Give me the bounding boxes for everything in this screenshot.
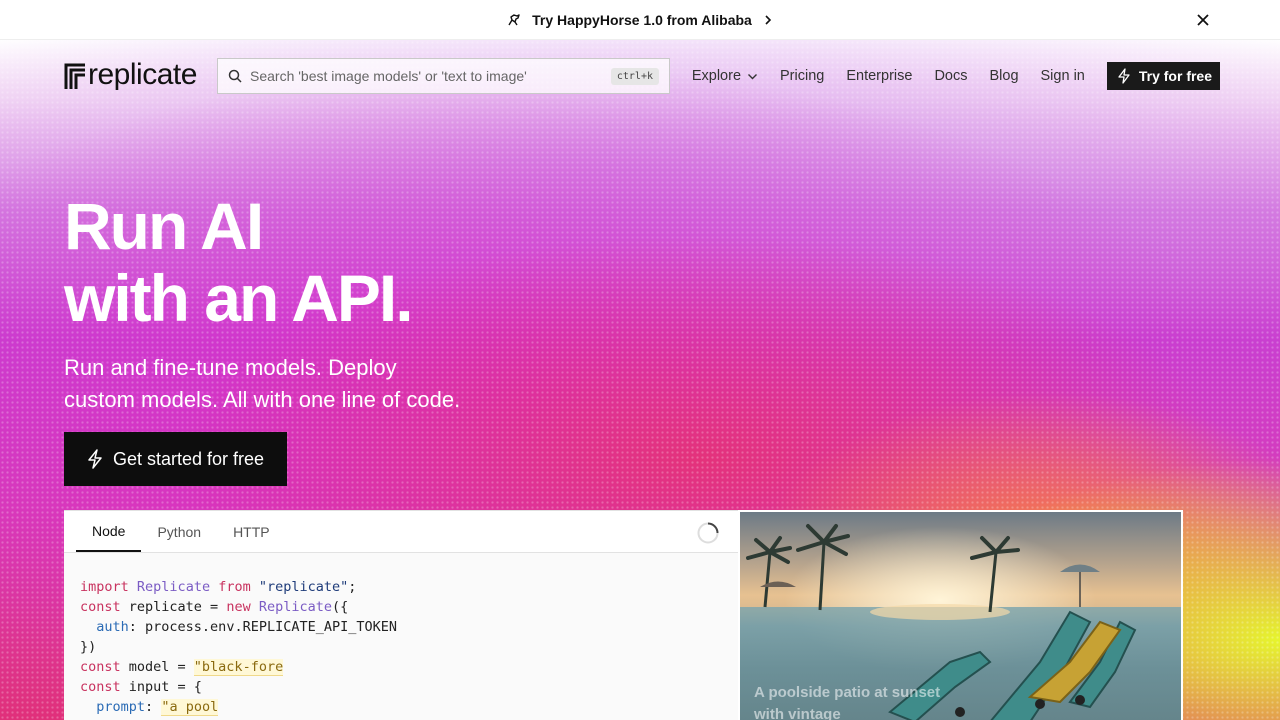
chevron-right-icon xyxy=(765,14,771,25)
try-for-free-label: Try for free xyxy=(1138,68,1212,84)
tab-node[interactable]: Node xyxy=(76,523,142,552)
hero-subtitle-line-2: custom models. All with one line of code… xyxy=(64,387,461,412)
try-for-free-button[interactable]: Try for free xyxy=(1106,62,1220,90)
code-token: "replicate" xyxy=(258,579,349,595)
top-nav: replicate Search 'best image models' or … xyxy=(64,58,1220,94)
code-token: const xyxy=(80,659,121,675)
nav-explore[interactable]: Explore xyxy=(692,68,758,84)
get-started-button[interactable]: Get started for free xyxy=(64,432,287,486)
code-token: Replicate xyxy=(136,579,211,595)
nav-blog[interactable]: Blog xyxy=(989,68,1018,84)
code-highlight: "black-fore xyxy=(193,659,284,676)
announcement-link[interactable]: Try HappyHorse 1.0 from Alibaba xyxy=(506,12,774,28)
image-caption: A poolside patio at sunset with vintage xyxy=(754,684,941,720)
nav-pricing[interactable]: Pricing xyxy=(780,68,824,84)
code-token: prompt xyxy=(96,699,146,715)
hero-subtitle: Run and fine-tune models. Deploy custom … xyxy=(64,352,564,416)
code-token: const xyxy=(80,679,121,695)
lightning-bolt-icon xyxy=(1118,68,1130,84)
code-token: ; xyxy=(348,579,357,595)
tab-python[interactable]: Python xyxy=(141,524,217,552)
nav-links: Explore Pricing Enterprise Docs Blog Sig… xyxy=(692,58,1220,94)
nav-docs[interactable]: Docs xyxy=(934,68,967,84)
code-token: import xyxy=(80,579,129,595)
hero-title-line-2: with an API. xyxy=(64,261,414,335)
get-started-label: Get started for free xyxy=(112,448,265,469)
code-token: auth xyxy=(96,619,129,635)
code-token: model = xyxy=(120,659,194,675)
announcement-text: Try HappyHorse 1.0 from Alibaba xyxy=(532,11,752,28)
announcement-bar: Try HappyHorse 1.0 from Alibaba xyxy=(0,0,1280,40)
logo[interactable]: replicate xyxy=(64,57,197,91)
code-token: Replicate xyxy=(258,599,332,615)
code-block: import Replicate from "replicate"; const… xyxy=(64,553,738,717)
nav-enterprise[interactable]: Enterprise xyxy=(846,68,912,84)
code-highlight: "a pool xyxy=(161,699,219,716)
replicate-logo-icon xyxy=(64,63,85,89)
chevron-down-icon xyxy=(748,73,758,79)
hero-subtitle-line-1: Run and fine-tune models. Deploy xyxy=(64,355,397,380)
loading-spinner-icon xyxy=(697,522,719,544)
hero-title-line-1: Run AI xyxy=(64,189,264,263)
code-token: new xyxy=(226,599,251,615)
code-token: input = { xyxy=(120,679,202,695)
search-icon xyxy=(228,69,242,83)
code-token: : process.env.REPLICATE_API_TOKEN xyxy=(128,619,397,635)
horse-icon xyxy=(508,13,520,25)
nav-sign-in[interactable]: Sign in xyxy=(1041,68,1085,84)
code-token: const xyxy=(80,599,121,615)
search-input[interactable]: Search 'best image models' or 'text to i… xyxy=(217,58,670,94)
nav-explore-label: Explore xyxy=(691,68,742,84)
code-token: }) xyxy=(80,639,97,655)
close-icon[interactable] xyxy=(1194,11,1212,29)
search-shortcut-badge: ctrl+k xyxy=(610,67,659,85)
code-token: replicate = xyxy=(120,599,227,615)
generated-image-preview[interactable]: A poolside patio at sunset with vintage xyxy=(738,510,1183,720)
hero-title: Run AI with an API. xyxy=(64,189,414,335)
code-example-panel: Node Python HTTP import Replicate from "… xyxy=(64,510,738,720)
tab-http[interactable]: HTTP xyxy=(217,524,286,552)
search-placeholder: Search 'best image models' or 'text to i… xyxy=(250,68,527,84)
code-token: from xyxy=(218,579,251,595)
code-token: ({ xyxy=(332,599,349,615)
code-tabs: Node Python HTTP xyxy=(64,511,738,553)
code-token: : xyxy=(145,699,162,715)
logo-text: replicate xyxy=(88,57,197,91)
lightning-bolt-icon xyxy=(88,449,102,469)
